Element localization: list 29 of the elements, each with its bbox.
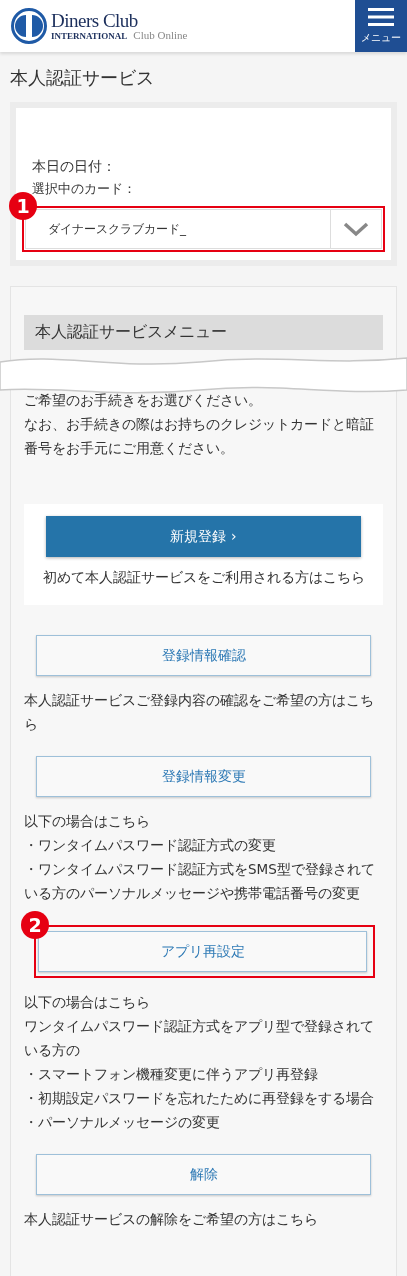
menu-icon bbox=[368, 7, 394, 27]
menu-button[interactable]: メニュー bbox=[355, 0, 407, 52]
action-button[interactable]: アプリ再設定 bbox=[38, 931, 367, 972]
description-text: ワンタイムパスワード認証方式をアプリ型で登録されている方の bbox=[24, 1017, 375, 1060]
description-text: ・ワンタイムパスワード認証方式をSMS型で登録されている方のパーソナルメッセージや携帯電話番号の変更 bbox=[24, 860, 376, 903]
brand-subtitle: INTERNATIONAL bbox=[51, 32, 128, 41]
description-text: 本人認証サービスの解除をご希望の方はこちら bbox=[24, 1210, 319, 1229]
chevron-down-icon bbox=[343, 221, 369, 237]
description-text: ・ワンタイムパスワード認証方式の変更 bbox=[24, 836, 277, 855]
action-button[interactable]: 登録情報変更 bbox=[36, 756, 371, 797]
service-name: Club Online bbox=[133, 30, 188, 41]
intro-text: ご希望のお手続きをお選びください。 bbox=[24, 391, 263, 410]
description-text: 初めて本人認証サービスをご利用される方はこちら bbox=[41, 568, 366, 587]
description-text: ・パーソナルメッセージの変更 bbox=[24, 1113, 221, 1132]
callout-number: 2 bbox=[21, 911, 49, 939]
brand-name: Diners Club bbox=[51, 11, 139, 30]
page-title: 本人認証サービス bbox=[9, 66, 155, 90]
description-text: 本人認証サービスご登録内容の確認をご希望の方はこちら bbox=[24, 691, 375, 734]
description-text: ・初期設定パスワードを忘れたために再登録をする場合 bbox=[24, 1089, 375, 1108]
description-text: 以下の場合はこちら bbox=[24, 993, 151, 1012]
description-text: 以下の場合はこちら bbox=[24, 812, 151, 831]
action-button[interactable]: 解除 bbox=[36, 1154, 371, 1195]
date-label: 本日の日付： bbox=[31, 158, 117, 176]
intro-text: なお、お手続きの際はお持ちのクレジットカードと暗証番号をお手元にご用意ください。 bbox=[24, 415, 375, 458]
description-text: ・スマートフォン機種変更に伴うアプリ再登録 bbox=[24, 1065, 319, 1084]
register-button[interactable]: 新規登録 › bbox=[46, 516, 361, 557]
logo-icon bbox=[11, 8, 47, 44]
action-button[interactable]: 登録情報確認 bbox=[36, 635, 371, 676]
section-heading: 本人認証サービスメニュー bbox=[24, 315, 383, 350]
